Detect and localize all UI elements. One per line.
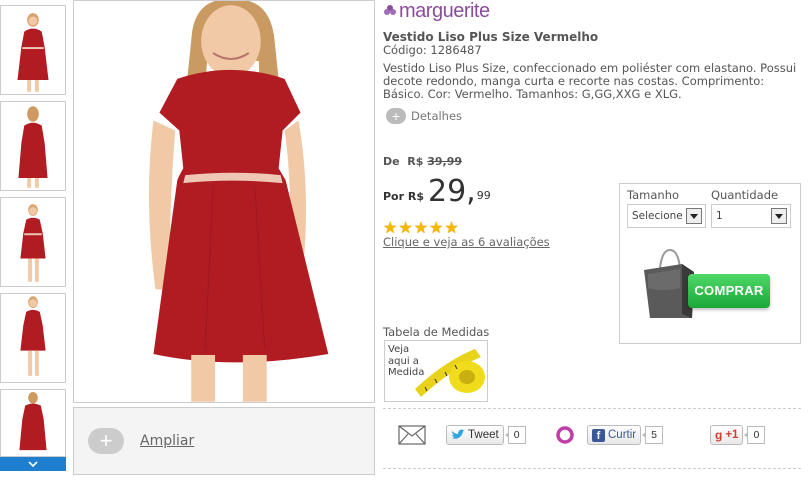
product-title: Vestido Liso Plus Size Vermelho (383, 30, 599, 44)
main-product-image[interactable] (73, 0, 375, 403)
quantity-select[interactable]: 1 (711, 204, 791, 228)
star-icon: ★ (413, 218, 429, 237)
dropdown-arrow-icon (686, 208, 702, 224)
orkut-share-button[interactable] (556, 424, 574, 446)
thumbnail-gallery (0, 0, 66, 471)
chevron-down-icon (28, 461, 38, 468)
thumbnail-3[interactable] (0, 197, 66, 287)
size-chart-text: Veja aqui a Medida (388, 344, 424, 379)
thumbnail-scroll-down[interactable] (0, 457, 66, 471)
google-plus-label: +1 (725, 429, 739, 441)
size-chart-label: Tabela de Medidas (383, 325, 490, 339)
buy-box: Tamanho Quantidade Selecione 1 COMPRAR (619, 183, 801, 344)
tweet-widget: Tweet 0 (446, 424, 526, 446)
facebook-icon: f (592, 428, 605, 442)
price-cents: 99 (476, 189, 491, 202)
price-integer: 29, (428, 174, 476, 209)
star-icon: ★ (383, 218, 398, 237)
email-share-button[interactable] (398, 424, 426, 446)
plus-icon: + (88, 428, 124, 454)
size-select-value: Selecione (632, 210, 683, 222)
orkut-icon (556, 426, 574, 444)
google-g-icon: g (715, 428, 723, 442)
google-plus-widget: g +1 0 (710, 424, 766, 446)
buy-button[interactable]: COMPRAR (642, 248, 778, 320)
thumbnail-2[interactable] (0, 101, 66, 191)
size-chart-text-line: Medida (388, 367, 425, 378)
dropdown-arrow-icon (771, 208, 787, 224)
google-plus-button[interactable]: g +1 (710, 425, 744, 445)
google-plus-count: 0 (744, 426, 766, 444)
size-chart-text-line: aqui a (388, 355, 419, 367)
facebook-like-button[interactable]: f Curtir (587, 425, 642, 445)
thumbnail-5[interactable] (0, 389, 66, 457)
old-price: De R$ 39,99 (383, 155, 462, 168)
model-photo (74, 1, 374, 402)
old-price-currency: R$ (407, 155, 424, 168)
star-icon: ★ (444, 218, 459, 237)
buy-button-label: COMPRAR (688, 274, 770, 308)
facebook-like-label: Curtir (608, 429, 637, 441)
flower-icon (384, 5, 396, 15)
old-price-prefix: De (383, 155, 400, 168)
tweet-button[interactable]: Tweet (446, 425, 504, 445)
divider (383, 468, 801, 469)
reviews-link[interactable]: Clique e veja as 6 avaliações (383, 235, 550, 249)
size-chart-link[interactable]: Veja aqui a Medida (384, 340, 488, 402)
star-icon: ★ (398, 218, 413, 237)
details-label: Detalhes (411, 109, 463, 123)
divider (383, 408, 801, 409)
price-prefix: Por R$ (383, 190, 424, 203)
size-select[interactable]: Selecione (627, 204, 706, 228)
zoom-button[interactable]: + Ampliar (73, 407, 375, 475)
product-description: Vestido Liso Plus Size, confeccionado em… (383, 61, 797, 101)
tweet-count: 0 (504, 426, 526, 444)
brand-logo[interactable]: marguerite (383, 0, 490, 22)
envelope-icon (398, 425, 426, 445)
old-price-value: 39,99 (427, 155, 463, 168)
size-label: Tamanho (627, 188, 680, 202)
quantity-label: Quantidade (711, 188, 779, 202)
facebook-widget: f Curtir 5 (587, 424, 663, 446)
plus-icon: + (386, 108, 406, 124)
quantity-select-value: 1 (716, 210, 723, 222)
brand-name: marguerite (399, 0, 490, 22)
details-toggle[interactable]: + Detalhes (386, 108, 462, 124)
thumbnail-1[interactable] (0, 5, 66, 95)
rating-stars[interactable]: ★ ★ ★ ★ ★ (383, 220, 459, 236)
star-icon: ★ (429, 218, 444, 237)
current-price: Por R$ 29, 99 (383, 176, 491, 208)
size-chart-text-line: Veja (388, 344, 410, 355)
product-code: Código: 1286487 (383, 43, 482, 57)
facebook-count: 5 (642, 426, 663, 444)
tweet-label: Tweet (468, 429, 499, 441)
thumbnail-4[interactable] (0, 293, 66, 383)
zoom-label: Ampliar (140, 433, 195, 449)
twitter-bird-icon (452, 429, 465, 439)
